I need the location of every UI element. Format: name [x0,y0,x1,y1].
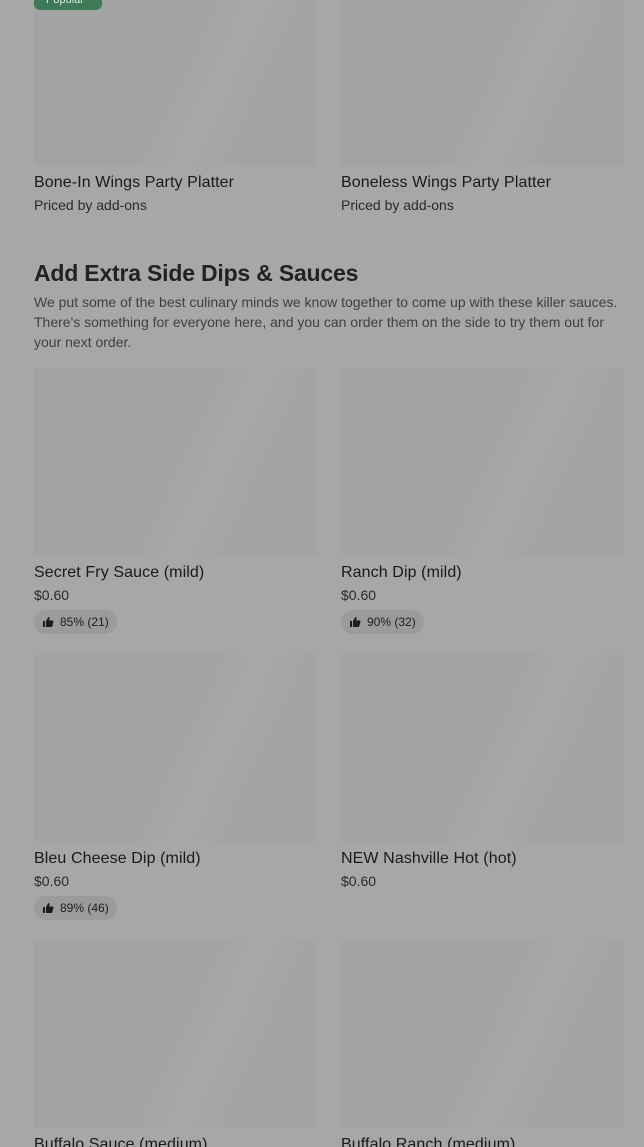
item-image[interactable] [341,940,624,1128]
item-price-note: Priced by add-ons [34,197,147,213]
menu-item-card[interactable]: Boneless Wings Party Platter Priced by a… [341,0,624,215]
item-price-note: Priced by add-ons [341,197,454,213]
menu-item-card[interactable]: Secret Fry Sauce (mild) $0.60 85% (21) [34,368,317,634]
items-row: Buffalo Sauce (medium) Buffalo Ranch (me… [34,940,624,1147]
thumbs-up-icon [350,617,361,627]
item-image[interactable] [34,368,317,556]
thumbs-up-icon [43,903,54,913]
item-image[interactable]: Popular [34,0,317,166]
item-price: $0.60 [341,873,377,889]
rating-text: 90% (32) [367,615,416,629]
section-title: Add Extra Side Dips & Sauces [34,260,359,286]
item-image[interactable] [341,654,624,842]
rating-badge: 90% (32) [341,610,424,634]
rating-badge: 89% (46) [34,896,117,920]
item-title: Buffalo Sauce (medium) [34,1136,208,1147]
section-description: We put some of the best culinary minds w… [34,294,618,350]
item-title: Bleu Cheese Dip (mild) [34,850,201,867]
menu-item-card[interactable]: Popular Bone-In Wings Party Platter Pric… [34,0,317,215]
menu-item-card[interactable]: Bleu Cheese Dip (mild) $0.60 89% (46) [34,654,317,920]
menu-item-card[interactable]: Buffalo Ranch (medium) [341,940,624,1147]
platters-grid: Popular Bone-In Wings Party Platter Pric… [34,0,624,215]
item-price: $0.60 [34,873,70,889]
item-title: Boneless Wings Party Platter [341,174,551,191]
popular-tag: Popular [34,0,102,10]
menu-item-card[interactable]: NEW Nashville Hot (hot) $0.60 [341,654,624,920]
thumbs-up-icon [43,617,54,627]
menu-page: Popular Bone-In Wings Party Platter Pric… [0,0,644,1147]
item-image[interactable] [34,654,317,842]
menu-item-card[interactable]: Buffalo Sauce (medium) [34,940,317,1147]
item-title: NEW Nashville Hot (hot) [341,850,517,867]
items-row: Secret Fry Sauce (mild) $0.60 85% (21) R… [34,368,624,634]
item-price: $0.60 [341,587,377,603]
items-row: Bleu Cheese Dip (mild) $0.60 89% (46) NE… [34,654,624,920]
item-image[interactable] [341,368,624,556]
rating-badge: 85% (21) [34,610,117,634]
item-title: Ranch Dip (mild) [341,564,462,581]
item-price: $0.60 [34,587,70,603]
item-title: Bone-In Wings Party Platter [34,174,235,191]
item-image[interactable] [341,0,624,166]
item-image[interactable] [34,940,317,1128]
item-title: Buffalo Ranch (medium) [341,1136,516,1147]
menu-item-card[interactable]: Ranch Dip (mild) $0.60 90% (32) [341,368,624,634]
rating-text: 89% (46) [60,901,109,915]
rating-text: 85% (21) [60,615,109,629]
item-title: Secret Fry Sauce (mild) [34,564,205,581]
